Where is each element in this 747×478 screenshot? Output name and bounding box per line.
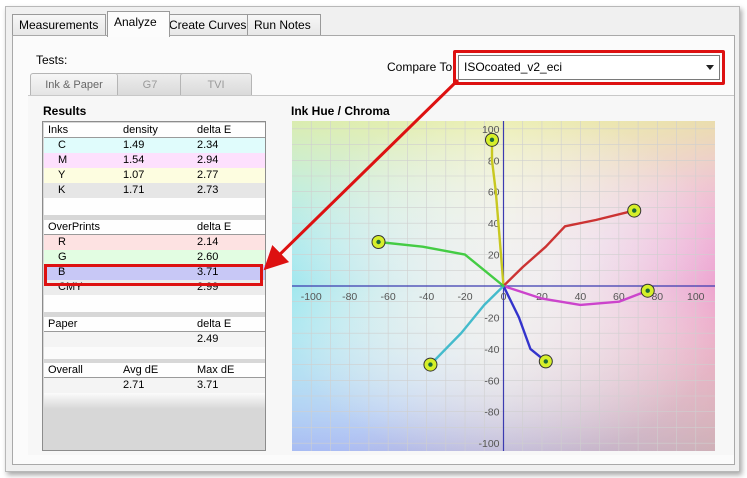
end-marker-dot-3: [543, 359, 548, 364]
end-marker-dot-4: [428, 362, 433, 367]
subtab-g7[interactable]: G7: [114, 73, 186, 95]
overprint-row-r: R 2.14: [44, 235, 265, 250]
paper-spacer: [44, 347, 265, 359]
end-marker-dot-2: [645, 288, 650, 293]
y-tick-label: 60: [488, 187, 500, 199]
inks-section: Inks density delta E C 1.49 2.34 M 1.54 …: [44, 123, 265, 215]
end-marker-dot-1: [632, 208, 637, 213]
subtab-tvi[interactable]: TVI: [180, 73, 252, 95]
inks-spacer: [44, 198, 265, 215]
subtab-ink-paper[interactable]: Ink & Paper: [30, 73, 118, 95]
overall-row: 2.71 3.71: [44, 378, 265, 393]
overall-section: Overall Avg dE Max dE 2.71 3.71: [44, 363, 265, 409]
y-tick-label: -40: [484, 344, 499, 356]
end-marker-dot-5: [376, 239, 381, 245]
tab-measurements[interactable]: Measurements: [12, 14, 106, 36]
tab-create-curves[interactable]: Create Curves: [162, 14, 258, 36]
end-marker-dot-0: [489, 137, 495, 143]
paper-delta-header: delta E: [197, 318, 232, 330]
chart-title: Ink Hue / Chroma: [291, 104, 390, 118]
annotation-highlight-row: [44, 264, 263, 286]
y-tick-label: -80: [484, 407, 499, 419]
y-tick-label: -60: [484, 375, 499, 387]
x-tick-label: -20: [457, 291, 472, 303]
x-tick-label: -80: [342, 291, 357, 303]
paper-row: 2.49: [44, 332, 265, 347]
avg-de-header: Avg dE: [123, 364, 159, 376]
overall-header-label: Overall: [48, 364, 83, 376]
compare-to-label: Compare To: [387, 60, 453, 74]
paper-delta-value: 2.49: [197, 333, 219, 345]
ink-row-k: K 1.71 2.73: [44, 183, 265, 198]
density-header: density: [123, 124, 158, 136]
y-tick-label: -100: [478, 438, 499, 450]
annotation-highlight-select: [453, 50, 725, 85]
x-tick-label: 40: [575, 291, 587, 303]
y-tick-label: 20: [488, 250, 500, 262]
delta-e-header: delta E: [197, 124, 232, 136]
ink-hue-chroma-chart: -100 -80 -60 -40 -20 0 20 40 60 80 100 -100 -80 -60 -4…: [292, 121, 715, 451]
overprint-row-g: G 2.60: [44, 250, 265, 265]
max-de-value: 3.71: [197, 379, 219, 391]
ink-row-c: C 1.49 2.34: [44, 138, 265, 153]
overprints-header: OverPrints delta E: [44, 220, 265, 235]
inks-header-label: Inks: [48, 124, 69, 136]
ink-row-m: M 1.54 2.94: [44, 153, 265, 168]
paper-header: Paper delta E: [44, 317, 265, 332]
paper-header-label: Paper: [48, 318, 78, 330]
x-tick-label: -60: [381, 291, 396, 303]
overall-spacer: [44, 393, 265, 409]
tab-analyze[interactable]: Analyze: [107, 11, 170, 37]
max-de-header: Max dE: [197, 364, 235, 376]
ink-row-y: Y 1.07 2.77: [44, 168, 265, 183]
overprints-header-label: OverPrints: [48, 221, 100, 233]
x-tick-label: 100: [687, 291, 705, 303]
avg-de-value: 2.71: [123, 379, 145, 391]
paper-section: Paper delta E 2.49: [44, 317, 265, 359]
x-tick-label: -100: [301, 291, 322, 303]
hue-chroma-plot: -100 -80 -60 -40 -20 0 20 40 60 80 100-100-80-60-4…: [292, 121, 715, 451]
overprints-spacer: [44, 295, 265, 312]
tab-run-notes[interactable]: Run Notes: [247, 14, 321, 36]
tests-label: Tests:: [36, 53, 68, 67]
inks-header: Inks density delta E: [44, 123, 265, 138]
overall-header: Overall Avg dE Max dE: [44, 363, 265, 378]
x-tick-label: -40: [419, 291, 434, 303]
overprints-delta-header: delta E: [197, 221, 232, 233]
results-title: Results: [43, 104, 87, 118]
results-table: Inks density delta E C 1.49 2.34 M 1.54 …: [42, 121, 266, 451]
y-tick-label: -20: [484, 312, 499, 324]
